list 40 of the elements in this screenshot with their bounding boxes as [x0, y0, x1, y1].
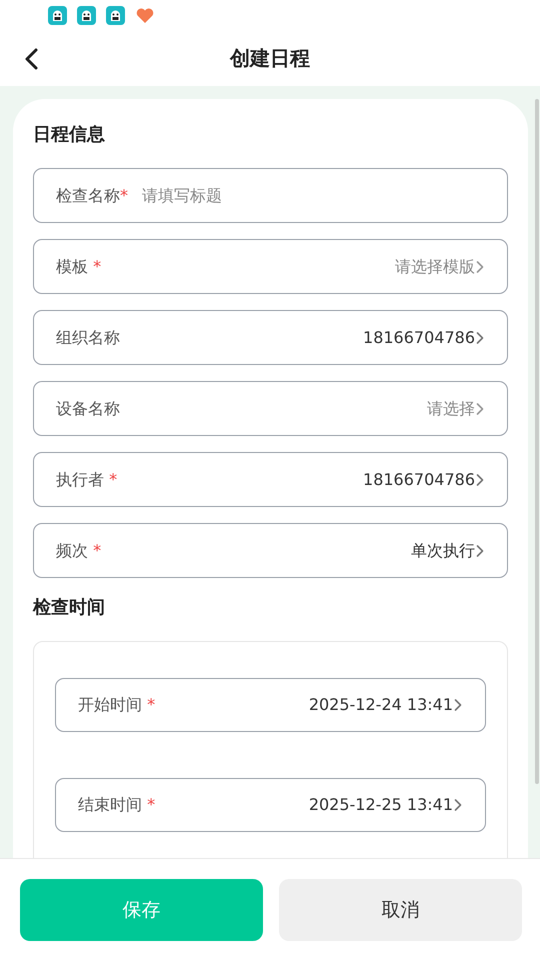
field-value: 2025-12-25 13:41: [308, 794, 453, 816]
field-value: 18166704786: [363, 468, 475, 490]
field-label: 开始时间 *: [78, 694, 156, 716]
chevron-icon: [475, 260, 485, 274]
field-value: 18166704786: [363, 326, 475, 348]
section-title: 检查时间: [33, 596, 106, 620]
field-placeholder: 请选择模版: [395, 256, 475, 278]
section-title: 日程信息: [33, 123, 106, 147]
select-field[interactable]: 频次 * 单次执行: [33, 523, 508, 578]
app-notification-icon: [77, 6, 96, 25]
heart-icon: [135, 6, 155, 25]
input-field[interactable]: 请填写标题: [140, 182, 485, 208]
field-label: 结束时间 *: [78, 794, 156, 816]
select-field[interactable]: 模板 * 请选择模版: [33, 239, 508, 294]
chevron-icon: [475, 472, 485, 486]
scrollbar[interactable]: [535, 99, 539, 784]
cancel-button[interactable]: 取消: [279, 879, 522, 941]
field-value: 2025-12-24 13:41: [308, 694, 453, 716]
text-field[interactable]: 检查名称* 请填写标题: [33, 168, 508, 223]
chevron-icon: [453, 698, 463, 712]
select-field[interactable]: 结束时间 * 2025-12-25 13:41: [55, 778, 486, 832]
field-label: 模板 *: [56, 256, 102, 278]
chevron-icon: [453, 798, 463, 812]
field-label: 设备名称: [56, 398, 120, 420]
chevron-icon: [475, 330, 485, 344]
page-title: 创建日程: [230, 45, 310, 72]
chevron-icon: [475, 402, 485, 416]
field-label: 检查名称*: [56, 184, 128, 206]
field-value: 单次执行: [411, 540, 475, 562]
select-field[interactable]: 开始时间 * 2025-12-24 13:41: [55, 678, 486, 732]
field-label: 组织名称: [56, 326, 120, 348]
field-label: 频次 *: [56, 540, 102, 562]
app-notification-icon: [106, 6, 125, 25]
select-field[interactable]: 设备名称 请选择: [33, 381, 508, 436]
select-field[interactable]: 组织名称 18166704786: [33, 310, 508, 365]
select-field[interactable]: 执行者 * 18166704786: [33, 452, 508, 507]
chevron-icon: [475, 544, 485, 558]
app-notification-icon: [48, 6, 67, 25]
field-placeholder: 请选择: [427, 398, 475, 420]
field-label: 执行者 *: [56, 468, 118, 490]
